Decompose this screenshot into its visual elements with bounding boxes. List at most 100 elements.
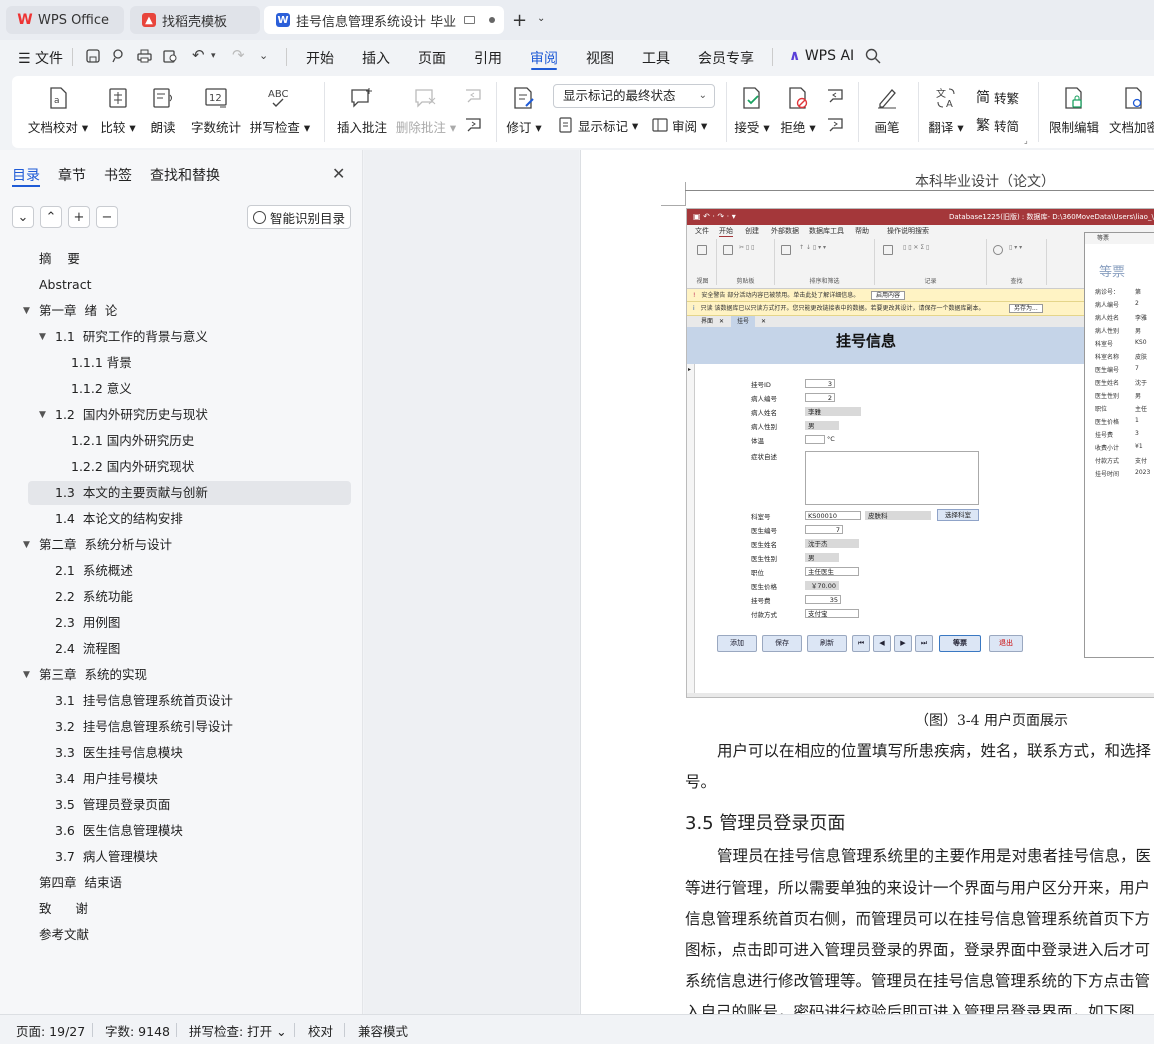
word-count-indicator[interactable]: 字数: 9148 xyxy=(105,1021,170,1040)
undo-icon[interactable]: ↶ xyxy=(192,46,205,64)
toc-item[interactable]: 2.4 流程图 xyxy=(55,637,120,661)
wps-ai-button[interactable]: ∧ WPS AI xyxy=(789,48,854,64)
document-page[interactable]: 本科毕业设计（论文） ▣ ↶ · ↷ · ▾ Database1225(旧版) … xyxy=(580,150,1154,1014)
toc-item[interactable]: 1.3 本文的主要贡献与创新 xyxy=(55,481,208,505)
previous-comment-icon[interactable] xyxy=(464,87,484,105)
toc-item[interactable]: 致 谢 xyxy=(39,897,88,921)
restrict-editing-button[interactable]: 限制编辑 xyxy=(1046,76,1102,148)
more-chevron-icon[interactable]: ⌄ xyxy=(259,49,268,62)
expand-dialog-icon[interactable]: ⌟ xyxy=(1024,136,1028,145)
read-aloud-button[interactable]: 朗读 xyxy=(146,76,180,148)
remove-heading-minus-icon[interactable]: − xyxy=(96,206,118,228)
toc-item[interactable]: 3.7 病人管理模块 xyxy=(55,845,158,869)
collapse-all-chevron-icon[interactable]: ⌄ xyxy=(12,206,34,228)
compare-button[interactable]: 比较 ▾ xyxy=(96,76,140,148)
save-icon[interactable] xyxy=(86,49,100,63)
toc-item[interactable]: 参考文献 xyxy=(39,923,89,947)
toc-item[interactable]: ▼ 第二章 系统分析与设计 xyxy=(23,533,172,557)
menu-membership[interactable]: 会员专享 xyxy=(698,48,754,68)
panel-tab-toc[interactable]: 目录 xyxy=(12,165,40,185)
caret-down-icon[interactable]: ▼ xyxy=(23,663,30,687)
new-tab-plus-icon[interactable]: + xyxy=(512,10,527,31)
menu-page[interactable]: 页面 xyxy=(418,48,446,68)
next-comment-icon[interactable] xyxy=(464,116,484,134)
page-indicator[interactable]: 页面: 19/27 xyxy=(16,1021,85,1040)
toc-item[interactable]: ▼ 1.1 研究工作的背景与意义 xyxy=(39,325,208,349)
tab-current-document[interactable]: W 挂号信息管理系统设计 毕业论 xyxy=(264,6,504,34)
reject-button[interactable]: 拒绝 ▾ xyxy=(778,76,818,148)
proofread-status[interactable]: 校对 xyxy=(308,1021,333,1040)
accept-button[interactable]: 接受 ▾ xyxy=(732,76,772,148)
toc-item[interactable]: 3.3 医生挂号信息模块 xyxy=(55,741,183,765)
toc-item[interactable]: 2.2 系统功能 xyxy=(55,585,133,609)
expand-up-chevron-icon[interactable]: ⌃ xyxy=(40,206,62,228)
close-icon[interactable]: ✕ xyxy=(332,164,345,183)
panel-tab-bookmarks[interactable]: 书签 xyxy=(104,165,132,185)
spellcheck-button[interactable]: ABC 拼写检查 ▾ xyxy=(248,76,312,148)
figure-access-screenshot[interactable]: ▣ ↶ · ↷ · ▾ Database1225(旧版) : 数据库- D:\3… xyxy=(686,208,1154,698)
toc-item[interactable]: 3.5 管理员登录页面 xyxy=(55,793,170,817)
chevron-down-icon[interactable]: ▾ xyxy=(211,51,216,61)
print-preview-icon[interactable] xyxy=(163,49,178,63)
to-traditional-button[interactable]: 简 转繁 xyxy=(976,86,1019,108)
proofread-button[interactable]: a 文档校对 ▾ xyxy=(28,76,88,148)
show-markup-button[interactable]: 显示标记 ▾ xyxy=(558,114,638,136)
review-pane-button[interactable]: 审阅 ▾ xyxy=(652,114,707,136)
smart-toc-button[interactable]: 智能识别目录 xyxy=(247,205,351,229)
pen-button[interactable]: 画笔 xyxy=(870,76,904,148)
toc-item[interactable]: 2.1 系统概述 xyxy=(55,559,133,583)
encrypt-document-button[interactable]: 文档加密 xyxy=(1106,76,1154,148)
caret-down-icon[interactable]: ▼ xyxy=(23,299,30,323)
menu-file[interactable]: ☰ 文件 xyxy=(18,48,63,68)
caret-down-icon[interactable]: ▼ xyxy=(39,325,46,349)
to-simplified-button[interactable]: 繁 转简 xyxy=(976,114,1019,136)
toc-item[interactable]: 3.1 挂号信息管理系统首页设计 xyxy=(55,689,233,713)
menu-tools[interactable]: 工具 xyxy=(642,48,670,68)
toc-item[interactable]: 2.3 用例图 xyxy=(55,611,120,635)
toc-item[interactable]: 摘 要 xyxy=(39,247,80,271)
toc-item[interactable]: 3.2 挂号信息管理系统引导设计 xyxy=(55,715,233,739)
chevron-down-icon[interactable]: ⌄ xyxy=(537,13,545,24)
panel-tab-sections[interactable]: 章节 xyxy=(58,165,86,185)
caret-down-icon[interactable]: ▼ xyxy=(39,403,46,427)
print-icon[interactable] xyxy=(137,49,152,63)
menu-review[interactable]: 审阅 xyxy=(530,48,558,68)
spellcheck-status[interactable]: 拼写检查: 打开 ⌄ xyxy=(189,1021,287,1040)
search-icon[interactable] xyxy=(865,48,881,64)
menu-reference[interactable]: 引用 xyxy=(474,48,502,68)
translate-button[interactable]: 文A 翻译 ▾ xyxy=(926,76,966,148)
redo-icon[interactable]: ↷ xyxy=(232,46,245,64)
toc-item[interactable]: 1.1.1 背景 xyxy=(71,351,132,375)
toc-item[interactable]: ▼ 第一章 绪 论 xyxy=(23,299,117,323)
toc-item[interactable]: Abstract xyxy=(39,273,91,297)
caret-down-icon[interactable]: ▼ xyxy=(23,533,30,557)
markup-display-select[interactable]: 显示标记的最终状态 ⌄ xyxy=(553,84,715,108)
toc-item[interactable]: 第四章 结束语 xyxy=(39,871,122,895)
toc-item[interactable]: 1.2.2 国内外研究现状 xyxy=(71,455,194,479)
delete-comment-button[interactable]: 删除批注 ▾ xyxy=(394,76,458,148)
tab-wps-office[interactable]: W WPS Office xyxy=(6,6,124,34)
toc-item[interactable]: ▼ 1.2 国内外研究历史与现状 xyxy=(39,403,208,427)
next-change-icon[interactable] xyxy=(826,116,846,134)
menu-view[interactable]: 视图 xyxy=(586,48,614,68)
previous-change-icon[interactable] xyxy=(826,87,846,105)
insert-comment-button[interactable]: 插入批注 xyxy=(334,76,390,148)
toc-item[interactable]: 3.6 医生信息管理模块 xyxy=(55,819,183,843)
add-heading-plus-icon[interactable]: + xyxy=(68,206,90,228)
unsaved-dot-icon[interactable] xyxy=(489,17,495,23)
word-count-button[interactable]: 12 字数统计 xyxy=(188,76,244,148)
track-changes-button[interactable]: 修订 ▾ xyxy=(504,76,544,148)
panel-tab-find-replace[interactable]: 查找和替换 xyxy=(150,165,220,185)
save-as-button[interactable]: 另存为... xyxy=(1009,304,1043,313)
toc-item[interactable]: ▼ 第三章 系统的实现 xyxy=(23,663,147,687)
menu-insert[interactable]: 插入 xyxy=(362,48,390,68)
toc-item[interactable]: 1.2.1 国内外研究历史 xyxy=(71,429,194,453)
toc-item[interactable]: 1.4 本论文的结构安排 xyxy=(55,507,183,531)
toc-item[interactable]: 1.1.2 意义 xyxy=(71,377,132,401)
export-pdf-icon[interactable] xyxy=(111,49,125,63)
toc-item[interactable]: 3.4 用户挂号模块 xyxy=(55,767,158,791)
tab-docer-templates[interactable]: ▲ 找稻壳模板 xyxy=(130,6,260,34)
menu-start[interactable]: 开始 xyxy=(306,48,334,68)
enable-content-button[interactable]: 启用内容 xyxy=(871,291,906,300)
monitor-icon[interactable] xyxy=(464,16,475,24)
